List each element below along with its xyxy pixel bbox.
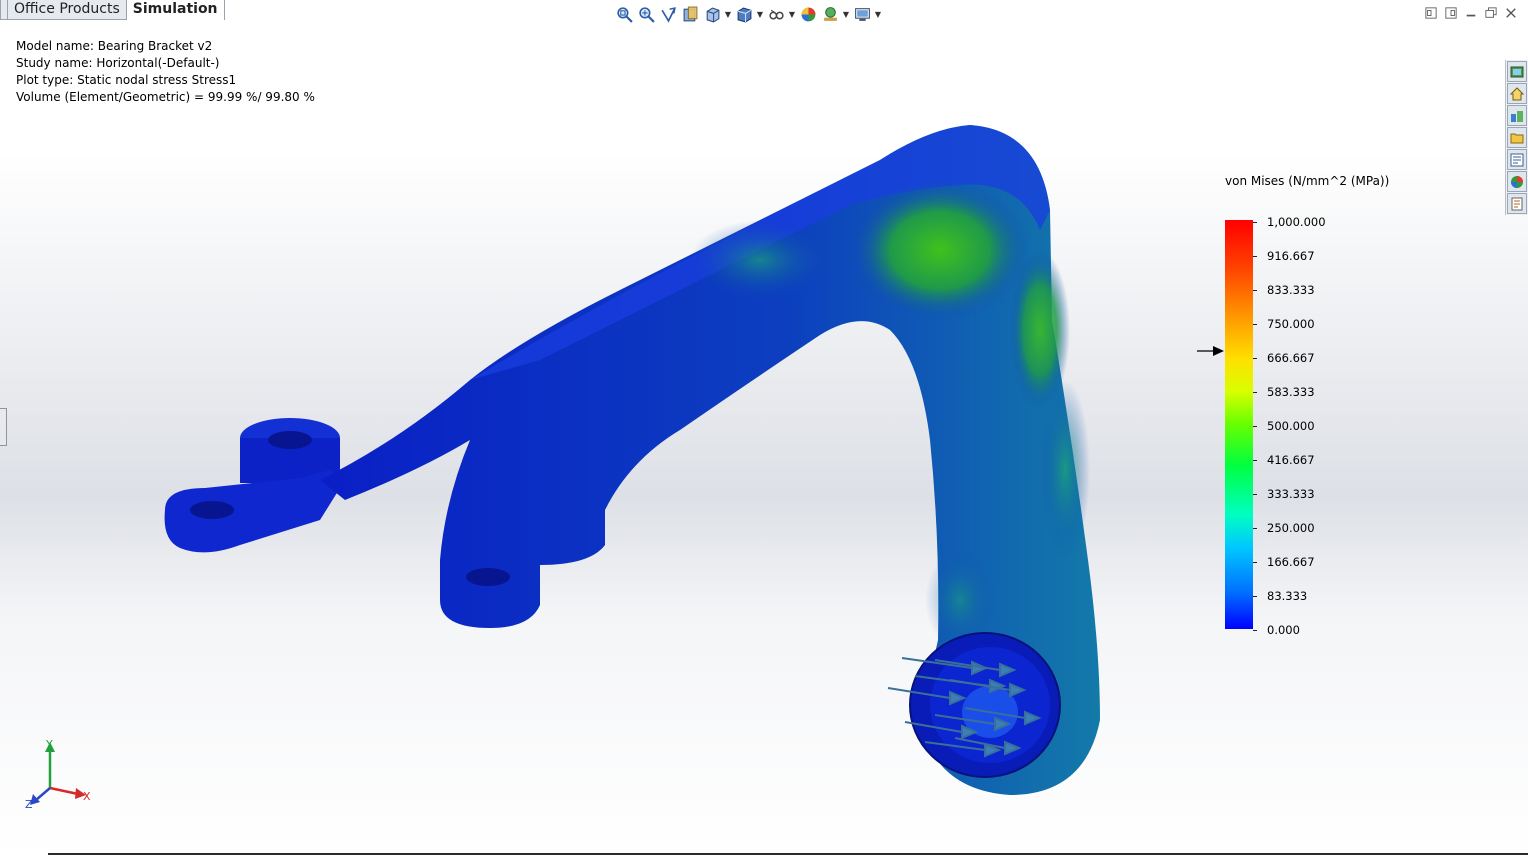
legend-tick-mark — [1253, 528, 1257, 529]
legend-tick-label: 500.000 — [1267, 419, 1315, 433]
legend-tick-mark — [1253, 256, 1257, 257]
triad-x-label: X — [83, 790, 91, 803]
legend-tick-mark — [1253, 392, 1257, 393]
legend-tick-label: 666.667 — [1267, 351, 1315, 365]
triad-y-label: Y — [45, 738, 53, 751]
legend-tick-label: 833.333 — [1267, 283, 1315, 297]
legend-tick-label: 0.000 — [1267, 623, 1300, 637]
legend-tick-mark — [1253, 596, 1257, 597]
viewport-bottom-edge — [48, 853, 1528, 855]
legend-tick-mark — [1253, 426, 1257, 427]
legend-tick-label: 1,000.000 — [1267, 215, 1326, 229]
legend-tick-mark — [1253, 358, 1257, 359]
stress-color-bar — [1225, 220, 1253, 629]
legend-tick-mark — [1253, 494, 1257, 495]
legend-tick-label: 83.333 — [1267, 589, 1308, 603]
reference-triad: Y X Z — [25, 738, 91, 811]
mounting-lug-left — [164, 418, 345, 553]
legend-tick-mark — [1253, 222, 1257, 223]
legend-tick-label: 166.667 — [1267, 555, 1315, 569]
legend-tick-label: 583.333 — [1267, 385, 1315, 399]
mounting-hole-bottom — [466, 568, 510, 586]
legend-tick-mark — [1253, 324, 1257, 325]
legend-title: von Mises (N/mm^2 (MPa)) — [1225, 174, 1390, 188]
legend-tick-label: 750.000 — [1267, 317, 1315, 331]
legend-tick-label: 416.667 — [1267, 453, 1315, 467]
legend-tick-label: 333.333 — [1267, 487, 1315, 501]
yield-strength-marker — [1197, 346, 1224, 356]
triad-z-label: Z — [25, 798, 33, 811]
legend-tick-label: 916.667 — [1267, 249, 1315, 263]
legend-tick-label: 250.000 — [1267, 521, 1315, 535]
legend-tick-mark — [1253, 290, 1257, 291]
legend-tick-mark — [1253, 562, 1257, 563]
legend-tick-mark — [1253, 630, 1257, 631]
legend-tick-mark — [1253, 460, 1257, 461]
